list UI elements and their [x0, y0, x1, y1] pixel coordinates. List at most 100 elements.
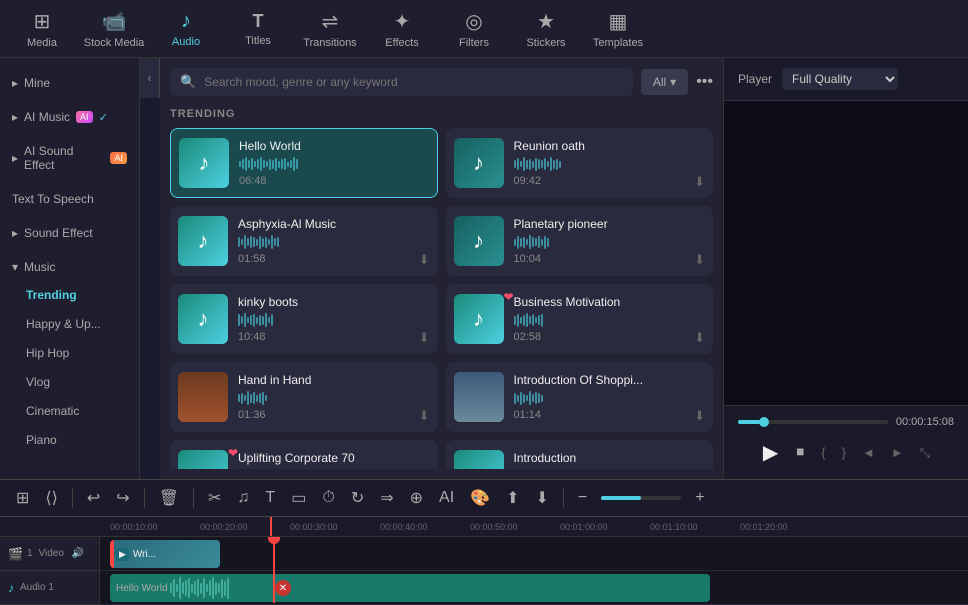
- search-icon: 🔍: [180, 74, 196, 90]
- music-grid: ♪ Hello World: [170, 128, 713, 469]
- search-bar: 🔍 All ▾ •••: [170, 68, 713, 96]
- track-label-audio: ♪ Audio 1: [0, 571, 99, 605]
- download-icon-4: ⬇: [694, 252, 705, 268]
- ruler-mark-3: 00:00:40:00: [380, 522, 428, 532]
- cut-button[interactable]: ✂: [202, 484, 227, 512]
- music-duration-4: 10:04: [514, 253, 706, 265]
- sidebar-subitem-trending[interactable]: Trending: [6, 281, 133, 309]
- music-card-2[interactable]: ♪ Reunion oath 09:42: [446, 128, 714, 198]
- next-frame-button[interactable]: ►: [888, 442, 907, 463]
- stabilize-button[interactable]: ⊕: [404, 484, 429, 512]
- toolbar-effects[interactable]: ✦ Effects: [368, 4, 436, 54]
- sidebar-subitem-happy[interactable]: Happy & Up...: [6, 310, 133, 338]
- rotate-button[interactable]: ↻: [345, 484, 370, 512]
- music-thumb-4: ♪: [454, 216, 504, 266]
- audio-icon: ♪: [181, 10, 191, 33]
- music-card-6[interactable]: ❤ ♪ Business Motivation 02:58 ⬇: [446, 284, 714, 354]
- progress-track[interactable]: [738, 420, 888, 424]
- toolbar-media[interactable]: ⊞ Media: [8, 4, 76, 54]
- undo-button[interactable]: ↩: [81, 484, 106, 512]
- sidebar-collapse-button[interactable]: ‹: [140, 58, 160, 98]
- sidebar-subitem-hiphop[interactable]: Hip Hop: [6, 339, 133, 367]
- play-button[interactable]: ▶: [759, 436, 782, 469]
- track-icon-audio: ♪: [8, 581, 14, 595]
- toolbar-titles[interactable]: T Titles: [224, 4, 292, 54]
- import-btn[interactable]: ⬆: [500, 484, 525, 512]
- snap-button[interactable]: ⊞: [10, 484, 35, 512]
- stop-button[interactable]: ⏹: [792, 440, 808, 466]
- filter-button[interactable]: All ▾: [641, 69, 688, 95]
- ai-btn[interactable]: AI: [433, 485, 460, 511]
- audio-button[interactable]: ♫: [231, 485, 255, 511]
- bracket-right-button[interactable]: }: [839, 442, 849, 463]
- track-playhead: [273, 537, 275, 603]
- chevron-right-icon-ai: ▸: [12, 110, 18, 124]
- chevron-right-icon-sound: ▸: [12, 151, 18, 165]
- color-btn[interactable]: 🎨: [464, 484, 496, 512]
- ruler-mark-1: 00:00:20:00: [200, 522, 248, 532]
- toolbar-stickers[interactable]: ★ Stickers: [512, 4, 580, 54]
- crop-button[interactable]: ▭: [285, 484, 312, 512]
- sidebar-item-music[interactable]: ▾ Music: [0, 254, 139, 280]
- sidebar-item-tts[interactable]: Text To Speech: [0, 186, 139, 212]
- toolbar-separator-2: [144, 488, 145, 508]
- sidebar-mine-label: Mine: [24, 76, 50, 90]
- more-options-button[interactable]: •••: [696, 73, 713, 91]
- sidebar-subitem-cinematic[interactable]: Cinematic: [6, 397, 133, 425]
- prev-frame-button[interactable]: ◄: [859, 442, 878, 463]
- track-video-label: Video: [39, 548, 64, 559]
- toolbar-filters[interactable]: ◎ Filters: [440, 4, 508, 54]
- music-card-3[interactable]: ♪ Asphyxia-Al Music 01:58 ⬇: [170, 206, 438, 276]
- timeline-area: 00:00:10:00 00:00:20:00 00:00:30:00 00:0…: [0, 517, 968, 605]
- toolbar-templates[interactable]: ▦ Templates: [584, 4, 652, 54]
- sidebar-item-ai-sound[interactable]: ▸ AI Sound Effect AI: [0, 138, 139, 178]
- audio-clip-marker: ✕: [275, 580, 291, 596]
- video-clip[interactable]: ▶ Wri...: [110, 540, 220, 568]
- sidebar-subitem-vlog[interactable]: Vlog: [6, 368, 133, 396]
- delete-button[interactable]: 🗑: [153, 484, 185, 512]
- ruler-mark-6: 00:01:10:00: [650, 522, 698, 532]
- sidebar-ai-sound-label: AI Sound Effect: [24, 144, 104, 172]
- toolbar-stock[interactable]: 📹 Stock Media: [80, 4, 148, 54]
- music-card-4[interactable]: ♪ Planetary pioneer 10:04 ⬇: [446, 206, 714, 276]
- music-duration-2: 09:42: [514, 175, 706, 187]
- music-card-8[interactable]: Introduction Of Shoppi... 01:14 ⬇: [446, 362, 714, 432]
- zoom-slider[interactable]: [601, 496, 681, 500]
- playhead-handle[interactable]: [268, 537, 280, 544]
- text-button[interactable]: T: [259, 485, 281, 511]
- animate-button[interactable]: ⇒: [374, 484, 399, 512]
- zoom-in-button[interactable]: +: [689, 485, 710, 511]
- fullscreen-button[interactable]: ⤡: [917, 442, 933, 464]
- sidebar-subitem-piano[interactable]: Piano: [6, 426, 133, 454]
- audio-clip[interactable]: Hello World: [110, 574, 710, 602]
- sidebar-sound-effect-label: Sound Effect: [24, 226, 93, 240]
- quality-select[interactable]: Full Quality High Quality Medium Quality: [782, 68, 898, 90]
- sidebar-section-ai-sound: ▸ AI Sound Effect AI: [0, 134, 139, 182]
- search-input[interactable]: [204, 75, 623, 89]
- zoom-out-button[interactable]: −: [572, 485, 593, 511]
- music-wave-9: [238, 468, 430, 469]
- toolbar-separator-3: [193, 488, 194, 508]
- music-card-7[interactable]: Hand in Hand 01:36 ⬇: [170, 362, 438, 432]
- ripple-button[interactable]: ⟨⟩: [39, 484, 63, 512]
- sidebar-music-label: Music: [24, 260, 55, 274]
- toolbar-audio[interactable]: ♪ Audio: [152, 4, 220, 54]
- music-card-10[interactable]: ♪ Introduction 01:40 ⬇: [446, 440, 714, 469]
- music-info-7: Hand in Hand 01:36: [238, 373, 430, 421]
- music-card-1[interactable]: ♪ Hello World: [170, 128, 438, 198]
- music-wave-1: [239, 156, 429, 172]
- sidebar-item-sound-effect[interactable]: ▸ Sound Effect: [0, 220, 139, 246]
- redo-button[interactable]: ↪: [110, 484, 135, 512]
- sidebar-item-ai-music[interactable]: ▸ AI Music AI ✓: [0, 104, 139, 130]
- speed-button[interactable]: ⏱: [316, 485, 340, 511]
- top-toolbar: ⊞ Media 📹 Stock Media ♪ Audio T Titles ⇌…: [0, 0, 968, 58]
- sidebar-section-tts: Text To Speech: [0, 182, 139, 216]
- sidebar-ai-music-label: AI Music: [24, 110, 70, 124]
- music-card-9[interactable]: ❤ ♪ Uplifting Corporate 70 02:50 ⬇: [170, 440, 438, 469]
- export-btn[interactable]: ⬇: [529, 484, 554, 512]
- toolbar-transitions[interactable]: ⇌ Transitions: [296, 4, 364, 54]
- sidebar-item-mine[interactable]: ▸ Mine: [0, 70, 139, 96]
- music-info-1: Hello World 06:48: [239, 139, 429, 187]
- bracket-left-button[interactable]: {: [818, 442, 828, 463]
- music-card-5[interactable]: ♪ kinky boots 10:48 ⬇: [170, 284, 438, 354]
